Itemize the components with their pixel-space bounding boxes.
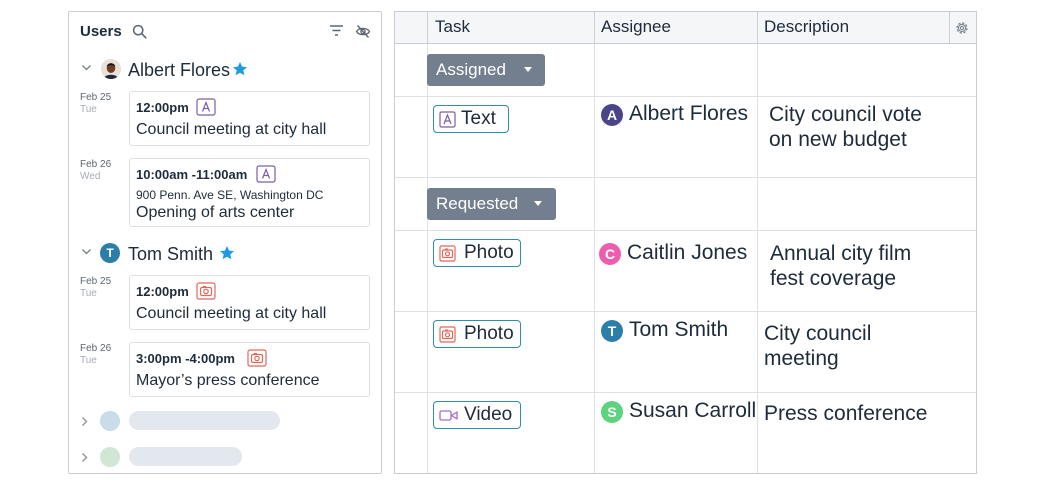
event-time: 3:00pm -4:00pm	[136, 351, 235, 366]
table-header: Task Assignee Description	[395, 12, 976, 44]
user-row-tom-smith[interactable]: T Tom Smith	[69, 239, 381, 269]
row-divider	[395, 230, 976, 231]
users-panel: Users Albert Flores Feb 25 Tue 12:00pm C…	[68, 11, 382, 474]
column-divider	[757, 12, 758, 44]
camera-icon	[247, 349, 267, 367]
event-card[interactable]: 12:00pm Council meeting at city hall	[129, 275, 370, 330]
text-icon	[196, 98, 216, 116]
task-label: Photo	[464, 323, 514, 344]
event-title: Opening of arts center	[136, 204, 295, 221]
column-divider	[427, 12, 428, 44]
caret-down-icon	[524, 67, 532, 72]
camera-icon	[439, 245, 456, 262]
task-label: Text	[461, 108, 496, 129]
eye-off-icon[interactable]	[355, 24, 371, 39]
event-card[interactable]: 3:00pm -4:00pm Mayor’s press conference	[129, 342, 370, 397]
camera-icon	[439, 326, 456, 343]
chevron-right-icon[interactable]	[81, 416, 89, 427]
row-divider	[395, 177, 976, 178]
text-icon	[439, 111, 456, 128]
star-icon[interactable]	[219, 245, 235, 261]
task-chip-photo[interactable]: Photo	[433, 239, 521, 267]
task-chip-photo[interactable]: Photo	[433, 320, 521, 348]
group-label: Assigned	[436, 60, 506, 79]
assignee-name: Tom Smith	[629, 318, 729, 341]
caret-down-icon	[534, 201, 542, 206]
text-icon	[256, 165, 276, 183]
column-header-description[interactable]: Description	[764, 17, 849, 37]
event-date: Feb 26 Wed	[80, 159, 112, 182]
chevron-down-icon[interactable]	[81, 248, 92, 256]
row-divider	[395, 96, 976, 97]
avatar: T	[601, 320, 623, 342]
group-requested-button[interactable]: Requested	[427, 188, 556, 220]
group-label: Requested	[436, 194, 519, 213]
assignee-name: Albert Flores	[629, 102, 749, 125]
task-description[interactable]: Press conference	[764, 401, 927, 426]
camera-icon	[196, 282, 216, 300]
users-panel-header: Users	[69, 12, 381, 50]
task-description[interactable]: City council meeting	[764, 321, 871, 371]
assignee-name: Caitlin Jones	[627, 241, 748, 264]
event-address: 900 Penn. Ave SE, Washington DC	[136, 188, 324, 202]
avatar: T	[100, 243, 120, 263]
filter-icon[interactable]	[329, 24, 344, 38]
row-divider	[395, 311, 976, 312]
row-divider	[395, 392, 976, 393]
avatar: C	[599, 243, 621, 265]
event-time: 10:00am -11:00am	[136, 167, 248, 182]
search-icon[interactable]	[132, 24, 147, 39]
column-divider	[594, 12, 595, 44]
event-time: 12:00pm	[136, 284, 189, 299]
avatar	[101, 59, 121, 79]
users-panel-title: Users	[80, 23, 122, 40]
event-date: Feb 25 Tue	[80, 92, 112, 115]
user-name-placeholder	[129, 411, 280, 430]
task-description[interactable]: Annual city film fest coverage	[770, 241, 911, 291]
task-chip-video[interactable]: Video	[433, 401, 521, 429]
event-title: Mayor’s press conference	[136, 372, 320, 389]
assignee-name: Susan Carroll	[629, 399, 757, 422]
task-label: Video	[464, 404, 513, 425]
event-card[interactable]: 12:00pm Council meeting at city hall	[129, 91, 370, 146]
user-name: Tom Smith	[128, 244, 214, 264]
group-assigned-button[interactable]: Assigned	[427, 54, 545, 86]
user-row-albert-flores[interactable]: Albert Flores	[69, 55, 381, 85]
gear-icon[interactable]	[954, 20, 970, 36]
star-icon[interactable]	[232, 61, 248, 77]
column-header-assignee[interactable]: Assignee	[601, 17, 671, 37]
avatar: A	[601, 104, 623, 126]
column-divider	[757, 12, 758, 473]
chevron-down-icon[interactable]	[81, 64, 92, 72]
task-label: Photo	[464, 242, 514, 263]
column-divider	[949, 12, 950, 44]
chevron-right-icon[interactable]	[81, 452, 89, 463]
avatar-placeholder	[100, 447, 120, 467]
column-header-task[interactable]: Task	[435, 17, 470, 37]
event-card[interactable]: 10:00am -11:00am 900 Penn. Ave SE, Washi…	[129, 158, 370, 227]
task-description[interactable]: City council vote on new budget	[769, 102, 922, 152]
video-icon	[439, 410, 458, 421]
event-time: 12:00pm	[136, 100, 189, 115]
avatar: S	[601, 401, 623, 423]
event-title: Council meeting at city hall	[136, 121, 327, 138]
event-date: Feb 25 Tue	[80, 276, 112, 299]
user-name-placeholder	[129, 447, 242, 466]
event-title: Council meeting at city hall	[136, 305, 327, 322]
task-table: Task Assignee Description Assigned Text …	[394, 11, 977, 474]
user-name: Albert Flores	[128, 60, 231, 80]
avatar-placeholder	[100, 411, 120, 431]
task-chip-text[interactable]: Text	[433, 105, 509, 133]
event-date: Feb 26 Tue	[80, 343, 112, 366]
column-divider	[594, 12, 595, 473]
